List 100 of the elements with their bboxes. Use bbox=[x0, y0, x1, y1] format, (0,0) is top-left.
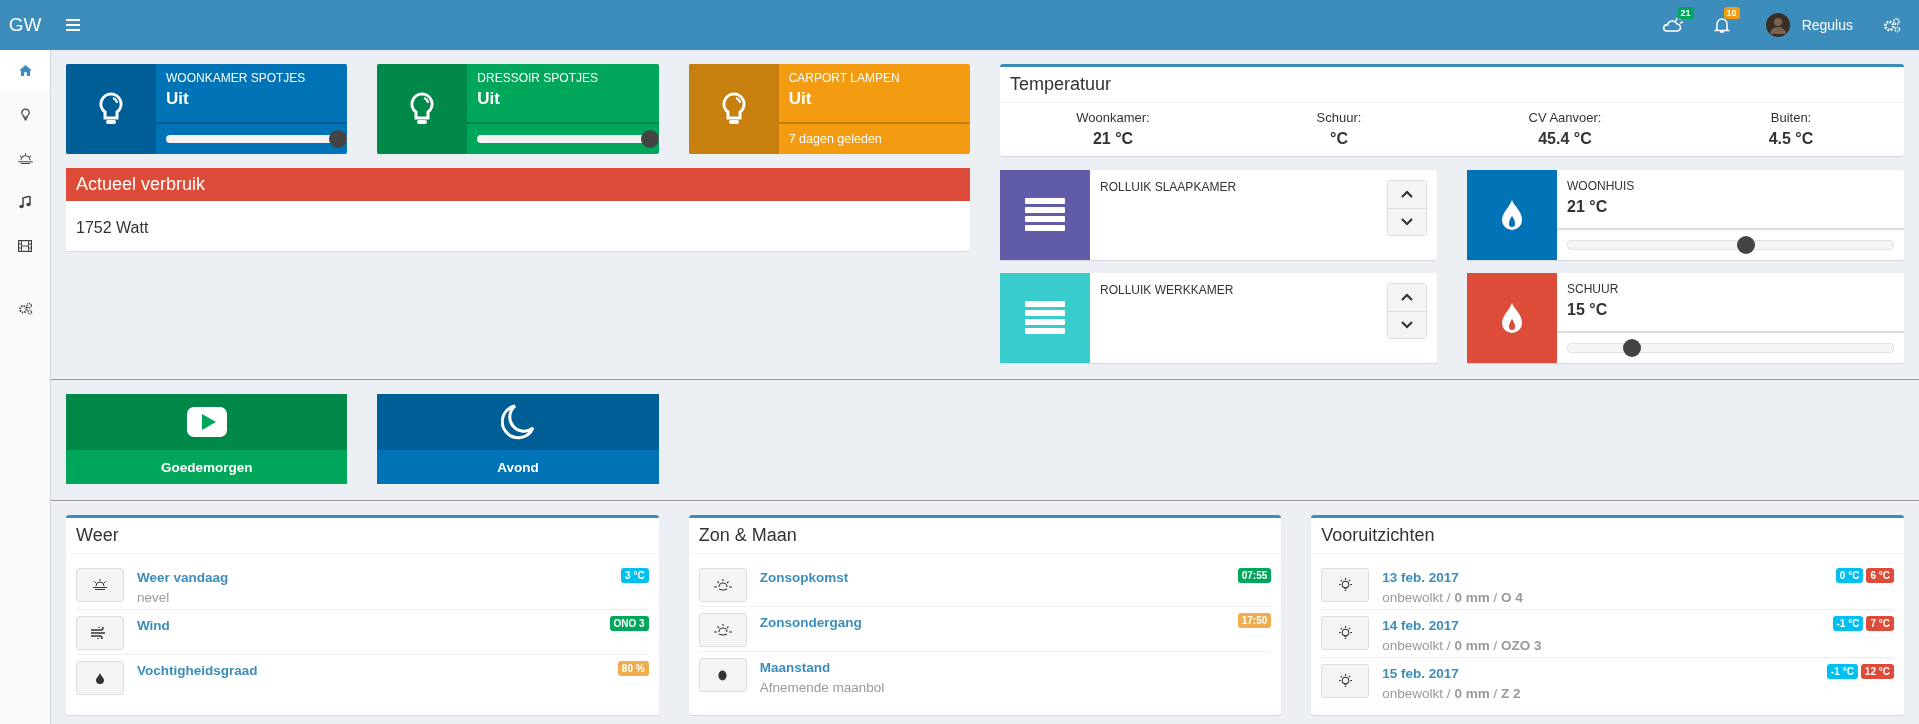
device-status: Uit bbox=[477, 89, 501, 109]
lightbulb-icon[interactable] bbox=[410, 92, 435, 126]
fog-icon bbox=[92, 579, 108, 591]
device-name: WOONHUIS bbox=[1567, 179, 1636, 193]
lightbulb-icon bbox=[20, 107, 30, 121]
sunrise-icon bbox=[17, 152, 33, 164]
sun-icon bbox=[1337, 625, 1353, 641]
icon-button[interactable] bbox=[76, 661, 124, 695]
slider-handle[interactable] bbox=[1736, 236, 1755, 254]
sun-icon bbox=[713, 579, 732, 591]
usage-value: 1752 Watt bbox=[76, 219, 149, 236]
settings-icon[interactable] bbox=[1883, 17, 1901, 33]
item-link[interactable]: Weer vandaag bbox=[137, 570, 622, 585]
sun-icon bbox=[1337, 577, 1353, 593]
item-description: onbewolkt / 0 mm / OZO 3 bbox=[1382, 638, 1543, 653]
brand-logo[interactable]: GW bbox=[0, 14, 50, 36]
scene-button[interactable]: Goedemorgen bbox=[66, 394, 348, 484]
user-name[interactable]: Regulus bbox=[1801, 17, 1853, 33]
drop-icon bbox=[96, 672, 104, 684]
item-link[interactable]: 13 feb. 2017 bbox=[1382, 570, 1836, 585]
device-name: DRESSOIR SPOTJES bbox=[477, 71, 600, 85]
item-description: onbewolkt / 0 mm / Z 2 bbox=[1382, 686, 1522, 701]
setpoint-slider[interactable] bbox=[1567, 236, 1894, 254]
scene-button[interactable]: Avond bbox=[377, 394, 659, 484]
sensor-value: 45.4 °C bbox=[1538, 130, 1592, 148]
chevron-down-icon bbox=[1401, 217, 1413, 226]
temperature-value: 21 °C bbox=[1567, 198, 1609, 216]
device-status: Uit bbox=[166, 89, 190, 109]
card-title: Temperatuur bbox=[1010, 74, 1112, 94]
item-link[interactable]: Zonsondergang bbox=[759, 615, 1238, 630]
moon-icon bbox=[718, 669, 728, 681]
icon-button[interactable] bbox=[698, 658, 747, 692]
avatar[interactable] bbox=[1765, 13, 1790, 37]
slider-handle[interactable] bbox=[329, 130, 348, 148]
sensor-value: 4.5 °C bbox=[1768, 130, 1814, 148]
device-name: ROLLUIK WERKKAMER bbox=[1100, 283, 1234, 299]
value-label: 07:55 bbox=[1237, 568, 1272, 583]
down-button[interactable] bbox=[1388, 310, 1426, 338]
card-title: Vooruitzichten bbox=[1321, 525, 1435, 545]
settings-icon bbox=[17, 301, 33, 315]
flame-icon bbox=[1502, 303, 1522, 333]
dimmer-slider[interactable] bbox=[477, 130, 659, 148]
flame-icon bbox=[1502, 200, 1522, 230]
value-label: 6 °C bbox=[1866, 568, 1894, 583]
device-name: SCHUUR bbox=[1567, 282, 1620, 296]
temperature-value: 15 °C bbox=[1567, 301, 1609, 319]
value-label: ONO 3 bbox=[609, 616, 649, 631]
sun-icon bbox=[713, 624, 732, 636]
weather-icon[interactable] bbox=[1661, 16, 1684, 34]
item-link[interactable]: Zonsopkomst bbox=[759, 570, 1238, 585]
blind-icon bbox=[1025, 301, 1065, 335]
value-label: 7 °C bbox=[1866, 616, 1894, 631]
item-link[interactable]: Vochtigheidsgraad bbox=[137, 663, 618, 678]
sensor-label: Woonkamer: bbox=[1076, 110, 1150, 125]
value-label: 0 °C bbox=[1835, 568, 1864, 583]
device-name: WOONKAMER SPOTJES bbox=[166, 71, 307, 85]
item-link[interactable]: 14 feb. 2017 bbox=[1382, 618, 1833, 633]
up-button[interactable] bbox=[1388, 181, 1426, 208]
chevron-up-icon bbox=[1401, 293, 1413, 302]
notification-count: 21 bbox=[1677, 7, 1694, 19]
lightbulb-icon[interactable] bbox=[99, 92, 123, 126]
sensor-value: °C bbox=[1330, 130, 1348, 148]
value-label: 12 °C bbox=[1860, 664, 1894, 679]
card-title: Actueel verbruik bbox=[76, 174, 206, 194]
device-status: Uit bbox=[788, 89, 813, 109]
value-label: 17:50 bbox=[1237, 613, 1272, 628]
card-title: Weer bbox=[76, 525, 119, 545]
item-link[interactable]: Wind bbox=[137, 618, 610, 633]
card-title: Zon & Maan bbox=[698, 525, 797, 545]
bell-icon[interactable] bbox=[1713, 16, 1730, 34]
play-icon bbox=[186, 407, 227, 437]
menu-icon[interactable] bbox=[66, 19, 80, 31]
value-label: 80 % bbox=[617, 661, 649, 676]
slider-handle[interactable] bbox=[1622, 339, 1641, 357]
value-label: -1 °C bbox=[1826, 664, 1858, 679]
device-name: ROLLUIK SLAAPKAMER bbox=[1100, 180, 1237, 196]
down-button[interactable] bbox=[1388, 207, 1426, 235]
lightbulb-icon[interactable] bbox=[721, 92, 746, 126]
notification-count: 10 bbox=[1723, 7, 1740, 19]
item-link[interactable]: Maanstand bbox=[759, 660, 1272, 675]
up-button[interactable] bbox=[1388, 284, 1426, 311]
value-label: -1 °C bbox=[1832, 616, 1864, 631]
item-link[interactable]: 15 feb. 2017 bbox=[1382, 666, 1827, 681]
value-label: 3 °C bbox=[621, 568, 649, 583]
last-changed: 7 dagen geleden bbox=[788, 132, 882, 146]
setpoint-slider[interactable] bbox=[1567, 339, 1894, 357]
moon-icon bbox=[501, 404, 535, 440]
sensor-label: Buiten: bbox=[1770, 110, 1812, 125]
item-description: nevel bbox=[137, 590, 171, 605]
blind-icon bbox=[1025, 198, 1065, 232]
home-icon bbox=[18, 64, 32, 76]
dimmer-slider[interactable] bbox=[166, 130, 348, 148]
item-description: onbewolkt / 0 mm / O 4 bbox=[1382, 590, 1524, 605]
icon-button[interactable] bbox=[76, 616, 124, 650]
chevron-down-icon bbox=[1401, 320, 1413, 329]
sensor-label: Schuur: bbox=[1316, 110, 1362, 125]
slider-handle[interactable] bbox=[640, 130, 659, 148]
item-description: Afnemende maanbol bbox=[759, 680, 886, 695]
film-icon bbox=[18, 240, 32, 252]
chevron-up-icon bbox=[1401, 190, 1413, 199]
